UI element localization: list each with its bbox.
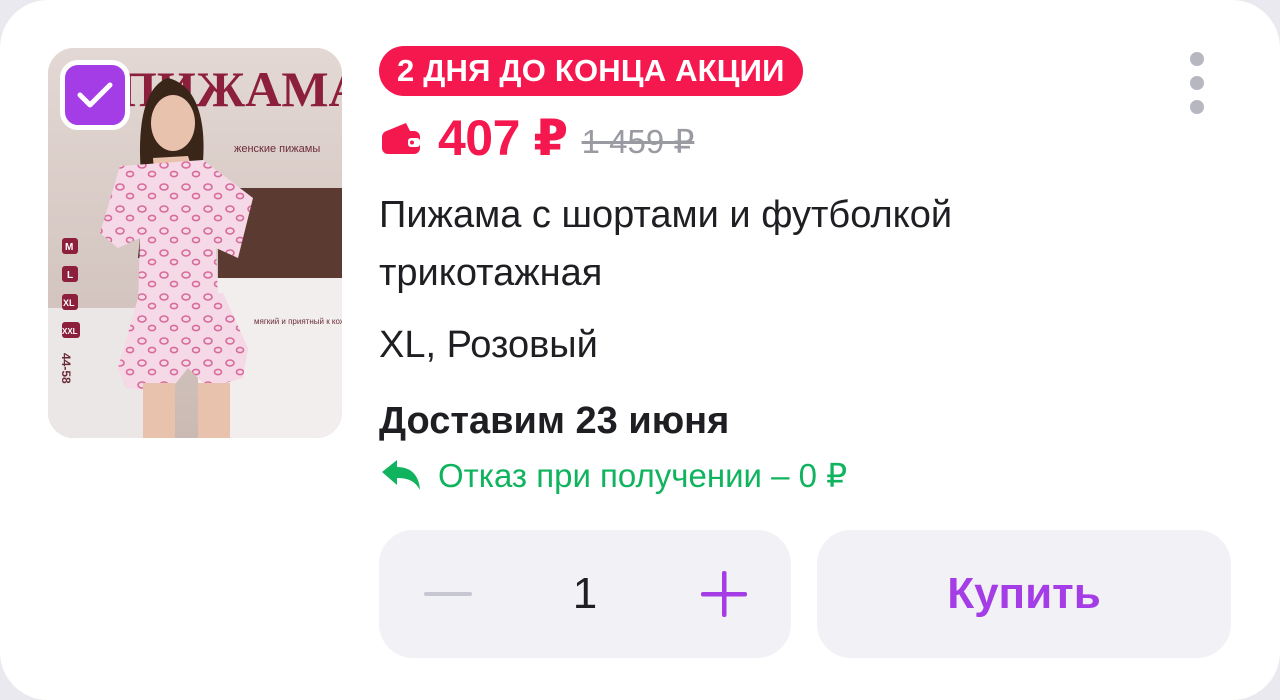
quantity-value: 1 (572, 569, 598, 618)
increase-quantity-button[interactable] (693, 569, 755, 619)
returns-info: Отказ при получении – 0 ₽ (380, 450, 847, 500)
plus-icon (701, 571, 747, 617)
current-price: 407 ₽ (438, 110, 568, 166)
quantity-stepper: 1 (379, 530, 791, 658)
product-variant: XL, Розовый (379, 324, 598, 366)
minus-icon (424, 592, 472, 596)
more-vertical-icon-dot (1190, 76, 1204, 90)
promo-badge: 2 ДНЯ ДО КОНЦА АКЦИИ (379, 46, 803, 96)
decrease-quantity-button[interactable] (417, 569, 479, 619)
price-row: 407 ₽ 1 459 ₽ (380, 106, 694, 170)
wallet-icon (382, 123, 420, 154)
buy-button[interactable]: Купить (817, 530, 1231, 658)
select-checkbox[interactable] (60, 60, 130, 130)
more-vertical-icon (1190, 52, 1204, 66)
image-size-xxl: XXL (62, 327, 78, 336)
more-vertical-icon-dot (1190, 100, 1204, 114)
returns-text: Отказ при получении – 0 ₽ (438, 456, 848, 494)
cart-item-card: ПИЖАМА женские пижамы M L XL XXL 44-58 м… (0, 0, 1280, 700)
delivery-date: Доставим 23 июня (379, 400, 730, 442)
old-price: 1 459 ₽ (581, 122, 695, 160)
image-feature-text: мягкий и приятный к коже (254, 317, 342, 326)
image-size-l: L (67, 270, 73, 281)
image-tagline-text: женские пижамы (234, 143, 320, 155)
image-size-range: 44-58 (59, 353, 73, 384)
image-size-xl: XL (63, 298, 75, 308)
checkbox-checked-icon (77, 82, 113, 108)
return-arrow-icon (382, 460, 420, 490)
product-title[interactable]: Пижама с шортами и футболкой трикотажная (379, 186, 1139, 302)
more-options-button[interactable] (1176, 44, 1218, 122)
image-size-m: M (65, 242, 73, 253)
